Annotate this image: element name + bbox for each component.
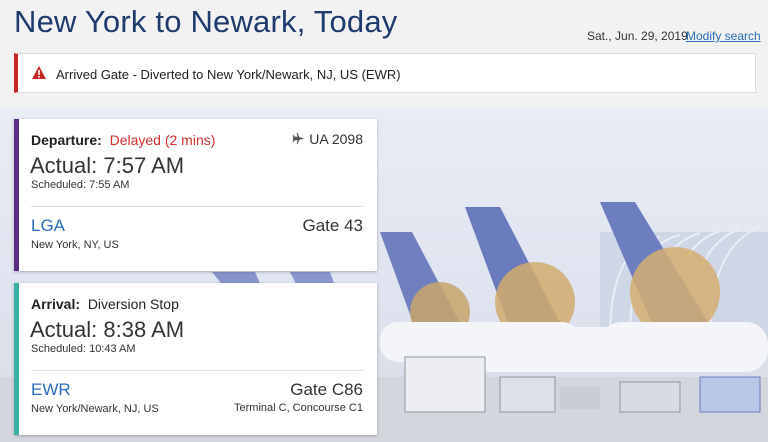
departure-status: Delayed (2 mins) — [109, 132, 216, 148]
flight-date: Sat., Jun. 29, 2019 — [587, 29, 688, 43]
divider — [31, 206, 363, 207]
flight-number-text: UA 2098 — [309, 131, 363, 147]
alert-text: Arrived Gate - Diverted to New York/Newa… — [56, 67, 401, 82]
departure-label: Departure: — [31, 132, 102, 148]
departure-card: Departure: Delayed (2 mins) UA 2098 Actu… — [14, 119, 377, 271]
departure-airport-city: New York, NY, US — [31, 239, 119, 251]
warning-icon — [32, 66, 46, 79]
arrival-gate: Gate C86 — [290, 380, 363, 399]
flight-number: UA 2098 — [292, 131, 363, 147]
departure-scheduled-time: Scheduled: 7:55 AM — [31, 179, 130, 191]
departure-actual-time: Actual: 7:57 AM — [30, 153, 185, 178]
departure-status-line: Departure: Delayed (2 mins) — [31, 132, 215, 148]
divider — [31, 370, 363, 371]
arrival-status-line: Arrival: Diversion Stop — [31, 296, 179, 312]
page-title: New York to Newark, Today — [14, 4, 398, 39]
arrival-status: Diversion Stop — [87, 296, 179, 312]
departure-gate: Gate 43 — [302, 216, 364, 235]
arrival-card: Arrival: Diversion Stop Actual: 8:38 AM … — [14, 283, 377, 435]
modify-search-link[interactable]: Modify search — [686, 29, 761, 43]
arrival-terminal: Terminal C, Concourse C1 — [234, 402, 363, 414]
arrival-airport-city: New York/Newark, NJ, US — [31, 403, 159, 415]
status-alert: Arrived Gate - Diverted to New York/Newa… — [14, 53, 756, 93]
airplane-icon — [293, 132, 305, 145]
arrival-scheduled-time: Scheduled: 10:43 AM — [31, 343, 136, 355]
arrival-actual-time: Actual: 8:38 AM — [30, 317, 185, 342]
arrival-airport-link[interactable]: EWR — [31, 380, 71, 400]
arrival-label: Arrival: — [31, 296, 81, 312]
departure-airport-link[interactable]: LGA — [31, 216, 65, 236]
